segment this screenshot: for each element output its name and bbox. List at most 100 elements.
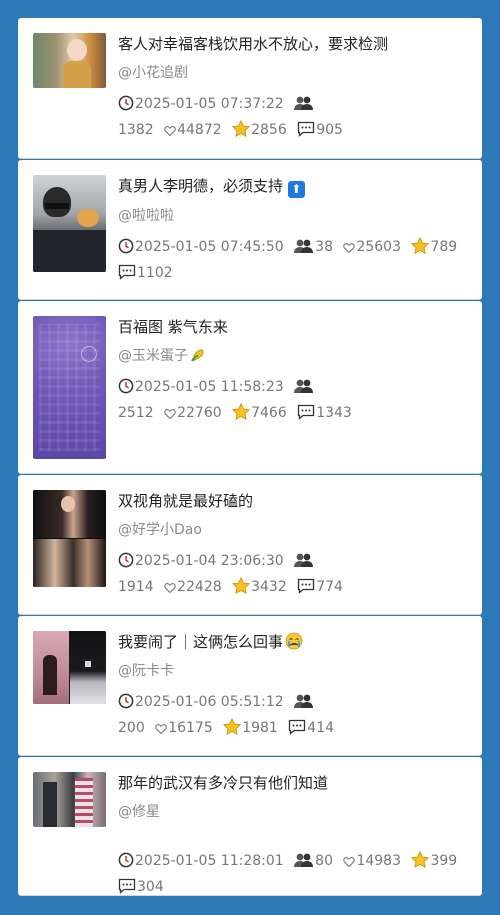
comment-icon [118, 264, 136, 288]
author-handle[interactable]: @好学小Dao [118, 520, 468, 540]
comment-icon [297, 578, 315, 602]
video-title[interactable]: 百福图 紫气东来 [118, 316, 468, 338]
sunglasses [45, 203, 69, 209]
view-count: 200 [118, 720, 145, 736]
heart-icon [164, 405, 176, 428]
viewers-icon [294, 552, 314, 576]
heart-icon [164, 122, 176, 145]
video-feed: 客人对幸福客栈饮用水不放心，要求检测 @小花追剧 2025-01-05 07:3… [18, 18, 482, 897]
comment-count: 774 [316, 579, 343, 595]
heart-icon [164, 579, 176, 602]
view-count: 1914 [118, 579, 154, 595]
comment-icon [288, 719, 306, 743]
clock-icon [118, 693, 134, 717]
thumbnail-figure [43, 655, 57, 695]
thumbnail-figure [63, 61, 91, 88]
thumbnail-figure [33, 230, 106, 272]
star-icon [231, 576, 251, 602]
viewers-icon [294, 238, 314, 262]
comment-count: 1102 [137, 265, 173, 281]
star-count: 3432 [251, 579, 287, 595]
author-handle[interactable]: @小花追剧 [118, 63, 468, 83]
like-count: 16175 [168, 720, 213, 736]
comment-icon [118, 878, 136, 902]
star-count: 789 [430, 239, 458, 255]
up-arrow-emoji: ⬆ [287, 181, 305, 198]
like-count: 22760 [177, 405, 222, 421]
video-title[interactable]: 真男人李明德，必须支持 [118, 177, 283, 195]
video-thumbnail[interactable] [33, 33, 106, 88]
comment-count: 905 [316, 122, 343, 138]
star-count: 399 [430, 853, 458, 869]
comment-count: 414 [307, 720, 335, 736]
view-count: 80 [315, 853, 333, 869]
yellow-cap [77, 209, 99, 227]
publish-time: 2025-01-05 07:37:22 [135, 96, 284, 112]
video-thumbnail[interactable] [33, 316, 106, 459]
publish-time: 2025-01-05 11:58:23 [135, 379, 284, 395]
viewers-icon [294, 378, 314, 402]
like-count: 14983 [356, 853, 401, 869]
feed-item[interactable]: 双视角就是最好磕的 @好学小Dao 2025-01-04 23:06:30 19… [18, 475, 482, 615]
thumbnail-bottom-frame [33, 539, 106, 587]
heart-icon [343, 239, 356, 262]
seal-mark [81, 346, 97, 362]
viewers-icon [294, 693, 314, 717]
star-icon [231, 119, 251, 145]
video-title[interactable]: 那年的武汉有多冷只有他们知道 [118, 772, 468, 794]
video-thumbnail[interactable] [33, 175, 106, 272]
view-count: 1382 [118, 122, 154, 138]
thumbnail-right-frame [70, 631, 106, 704]
striped-jacket [75, 778, 93, 827]
author-handle[interactable]: @阮卡卡 [118, 661, 468, 681]
clock-icon [118, 378, 134, 402]
like-count: 44872 [177, 122, 222, 138]
star-count: 1981 [242, 720, 278, 736]
star-icon [223, 717, 242, 743]
viewers-icon [294, 95, 314, 119]
video-thumbnail[interactable] [33, 490, 106, 587]
star-icon [411, 236, 430, 262]
clock-icon [118, 238, 134, 262]
clock-icon [118, 852, 134, 876]
video-title[interactable]: 双视角就是最好磕的 [118, 490, 468, 512]
thumbnail-figure [43, 782, 57, 827]
star-icon [231, 402, 251, 428]
video-thumbnail[interactable] [33, 772, 106, 827]
thumbnail-light [85, 661, 91, 667]
like-count: 22428 [177, 579, 222, 595]
star-icon [411, 850, 430, 876]
author-handle[interactable]: @玉米蛋子 [118, 348, 188, 364]
feed-item[interactable]: 真男人李明德，必须支持 ⬆ @啦啦啦 2025-01-05 07:45:50 3… [18, 160, 482, 300]
author-handle[interactable]: @修星 [118, 802, 468, 822]
comment-icon [297, 404, 315, 428]
video-thumbnail[interactable] [33, 631, 106, 704]
thumbnail-figure [61, 496, 75, 512]
crying-emoji [285, 632, 303, 650]
clock-icon [118, 95, 134, 119]
publish-time: 2025-01-05 07:45:50 [135, 239, 284, 255]
feed-item[interactable]: 百福图 紫气东来 @玉米蛋子 2025-01-05 11:58:23 2512 … [18, 301, 482, 474]
fu-character-pattern [39, 324, 100, 451]
thumbnail-figure [43, 187, 71, 217]
view-count: 38 [315, 239, 333, 255]
author-handle[interactable]: @啦啦啦 [118, 206, 468, 226]
heart-icon [155, 720, 167, 743]
feed-item[interactable]: 那年的武汉有多冷只有他们知道 @修星 2025-01-05 11:28:01 8… [18, 757, 482, 896]
comment-count: 304 [137, 879, 164, 895]
publish-time: 2025-01-05 11:28:01 [135, 853, 284, 869]
clock-icon [118, 552, 134, 576]
video-title[interactable]: 我要闹了｜这俩怎么回事 [118, 633, 283, 651]
comment-count: 1343 [316, 405, 352, 421]
thumbnail-figure [67, 39, 87, 61]
view-count: 2512 [118, 405, 154, 421]
heart-icon [343, 853, 356, 876]
video-title[interactable]: 客人对幸福客栈饮用水不放心，要求检测 [118, 33, 468, 55]
comment-icon [297, 121, 315, 145]
viewers-icon [294, 852, 314, 876]
star-count: 2856 [251, 122, 287, 138]
corn-emoji [190, 347, 206, 363]
feed-item[interactable]: 我要闹了｜这俩怎么回事 @阮卡卡 2025-01-06 05:51:12 200… [18, 616, 482, 756]
feed-item[interactable]: 客人对幸福客栈饮用水不放心，要求检测 @小花追剧 2025-01-05 07:3… [18, 18, 482, 159]
publish-time: 2025-01-04 23:06:30 [135, 553, 284, 569]
